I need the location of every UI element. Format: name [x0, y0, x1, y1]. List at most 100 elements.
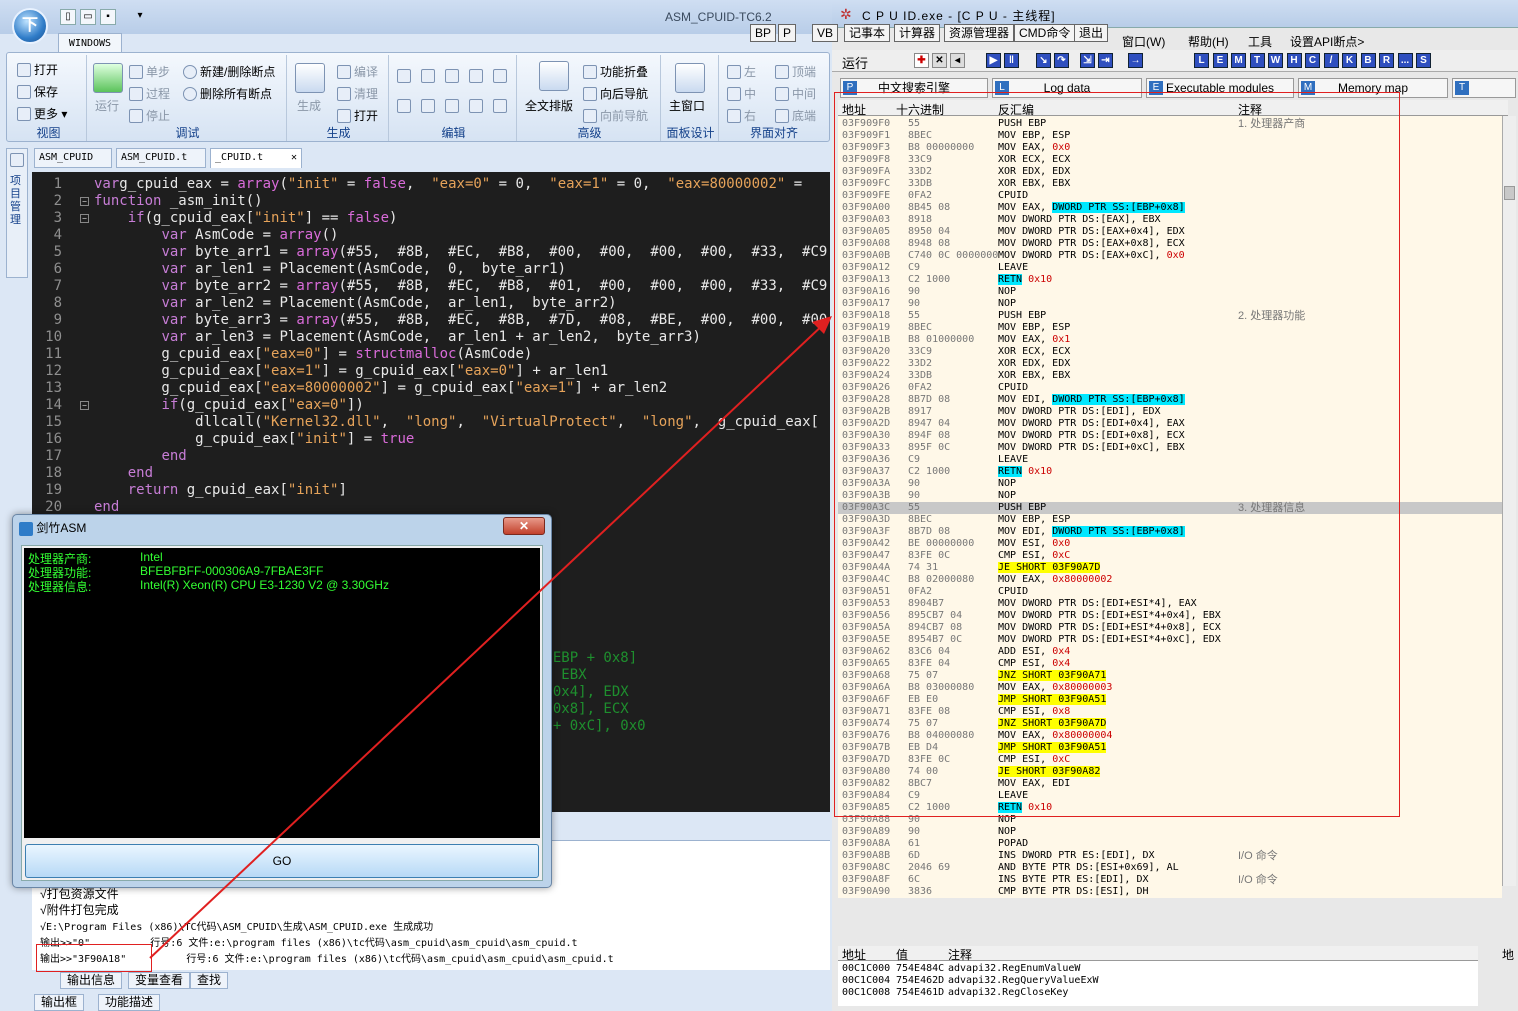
disasm-row[interactable]: 03F90A3F 8B7D 08 MOV EDI, DWORD PTR SS:[EB… — [838, 526, 1502, 538]
disasm-row[interactable]: 03F90A8F 6C INS BYTE PTR ES:[EDI], DX I/O 命… — [838, 874, 1502, 886]
disasm-row[interactable]: 03F90A12 C9 LEAVE — [838, 262, 1502, 274]
disasm-row[interactable]: 03F90A47 83FE 0C CMP ESI, 0xC — [838, 550, 1502, 562]
window-7-button[interactable]: / — [1323, 53, 1339, 68]
fold-toggle-icon[interactable]: − — [80, 197, 89, 206]
align-left-button[interactable]: 左 — [727, 63, 756, 80]
tab-asm-cpuid[interactable]: ASM_CPUID — [34, 148, 112, 168]
tab-threads[interactable]: T — [1452, 78, 1516, 98]
window-4-button[interactable]: W — [1268, 53, 1283, 68]
quick-button-3[interactable]: 记事本 — [844, 24, 891, 42]
disasm-row[interactable]: 03F90A76 B8 04000080 MOV EAX, 0x80000004 — [838, 730, 1502, 742]
play-icon[interactable]: ▶ — [986, 53, 1001, 68]
disasm-row[interactable]: 03F90A8C 2046 69 AND BYTE PTR DS:[ESI+0x69… — [838, 862, 1502, 874]
disasm-row[interactable]: 03F90A42 BE 00000000 MOV ESI, 0x0 — [838, 538, 1502, 550]
tab-function-description[interactable]: 功能描述 — [98, 994, 161, 1011]
dump-row[interactable]: 00C1C000 754E484C advapi32.RegEnumValueW — [838, 963, 1478, 975]
procedure-button[interactable]: 过程 — [129, 85, 170, 102]
disasm-row[interactable]: 03F90A00 8B45 08 MOV EAX, DWORD PTR SS:[EB… — [838, 202, 1502, 214]
disasm-row[interactable]: 03F90A4A 74 31 JE SHORT 03F90A7D — [838, 562, 1502, 574]
close-process-icon[interactable]: ✕ — [932, 53, 947, 68]
window-6-button[interactable]: C — [1305, 53, 1320, 68]
disasm-row[interactable]: 03F90A19 8BEC MOV EBP, ESP — [838, 322, 1502, 334]
build-button[interactable]: 生成 — [297, 97, 321, 114]
align-center-button[interactable]: 中 — [727, 85, 756, 102]
redo-icon[interactable] — [421, 99, 435, 113]
build-icon[interactable] — [295, 63, 325, 93]
disasm-row[interactable]: 03F90A0B C740 0C 0000000 MOV DWORD PTR DS:… — [838, 250, 1502, 262]
disasm-row[interactable]: 03F90A16 90 NOP — [838, 286, 1502, 298]
quick-button-7[interactable]: 退出 — [1074, 24, 1109, 42]
disasm-row[interactable]: 03F90A24 33DB XOR EBX, EBX — [838, 370, 1502, 382]
trace-over-icon[interactable]: ⇥ — [1098, 53, 1113, 68]
step-button[interactable]: 单步 — [129, 63, 170, 80]
quick-button-1[interactable]: P — [778, 24, 797, 42]
main-window-button[interactable]: 主窗口 — [669, 97, 705, 114]
open-button[interactable]: 打开 — [17, 61, 58, 78]
run-icon[interactable] — [93, 63, 123, 93]
menu-window[interactable]: 窗口(W) — [1122, 33, 1165, 50]
navigate-forward-button[interactable]: 向前导航 — [583, 107, 648, 124]
disasm-row[interactable]: 03F90A6F EB E0 JMP SHORT 03F90A51 — [838, 694, 1502, 706]
disasm-row[interactable]: 03F90A17 90 NOP — [838, 298, 1502, 310]
menu-tools[interactable]: 工具 — [1248, 33, 1272, 50]
save-button[interactable]: 保存 — [17, 83, 58, 100]
disasm-row[interactable]: 03F90A4C B8 02000080 MOV EAX, 0x80000002 — [838, 574, 1502, 586]
tab-output-info[interactable]: 输出信息 — [60, 972, 123, 989]
disasm-row[interactable]: 03F90A5E 8954B7 0C MOV DWORD PTR DS:[EDI+E… — [838, 634, 1502, 646]
run-label[interactable]: 运行 — [842, 53, 868, 72]
disasm-row[interactable]: 03F90A03 8918 MOV DWORD PTR DS:[EAX], EBX — [838, 214, 1502, 226]
disasm-row[interactable]: 03F90A36 C9 LEAVE — [838, 454, 1502, 466]
quick-button-4[interactable]: 计算器 — [894, 24, 941, 42]
quick-button-0[interactable]: BP — [750, 24, 777, 42]
disasm-row[interactable]: 03F90A90 3836 CMP BYTE PTR DS:[ESI], DH — [838, 886, 1502, 898]
select-all-icon[interactable] — [493, 69, 507, 83]
run-button[interactable]: 运行 — [95, 97, 119, 114]
disasm-row[interactable]: 03F90A30 894F 08 MOV DWORD PTR DS:[EDI+0x8… — [838, 430, 1502, 442]
menu-api-breakpoint[interactable]: 设置API断点> — [1290, 33, 1364, 50]
cut-icon[interactable] — [397, 69, 411, 83]
disasm-row[interactable]: 03F90A2D 8947 04 MOV DWORD PTR DS:[EDI+0x4… — [838, 418, 1502, 430]
open-folder-icon[interactable]: ▭ — [80, 9, 96, 25]
disasm-row[interactable]: 03F90A20 33C9 XOR ECX, ECX — [838, 346, 1502, 358]
disasm-row[interactable]: 03F90A53 8904B7 MOV DWORD PTR DS:[EDI+ESI*… — [838, 598, 1502, 610]
disasm-row[interactable]: 03F90A62 83C6 04 ADD ESI, 0x4 — [838, 646, 1502, 658]
window-3-button[interactable]: T — [1249, 53, 1265, 68]
window-11-button[interactable]: ... — [1397, 53, 1413, 68]
disasm-row[interactable]: 03F90A1B B8 01000000 MOV EAX, 0x1 — [838, 334, 1502, 346]
disasm-row[interactable]: 03F90A33 895F 0C MOV DWORD PTR DS:[EDI+0xC… — [838, 442, 1502, 454]
disasm-row[interactable]: 03F909FA 33D2 XOR EDX, EDX — [838, 166, 1502, 178]
disasm-row[interactable]: 03F90A82 8BC7 MOV EAX, EDI — [838, 778, 1502, 790]
align-top-button[interactable]: 顶端 — [775, 63, 816, 80]
format-icon[interactable] — [493, 99, 507, 113]
disasm-row[interactable]: 03F90A89 90 NOP — [838, 826, 1502, 838]
quick-button-2[interactable]: VB — [812, 24, 839, 42]
window-10-button[interactable]: R — [1379, 53, 1394, 68]
more-button[interactable]: 更多 ▾ — [17, 105, 67, 122]
navigate-back-button[interactable]: 向后导航 — [583, 85, 648, 102]
tab-memory-map[interactable]: M Memory map — [1298, 78, 1448, 98]
trace-into-icon[interactable]: ⇲ — [1080, 53, 1095, 68]
tab-output-box[interactable]: 输出框 — [34, 994, 85, 1011]
close-button[interactable]: ✕ — [503, 517, 545, 535]
disasm-row[interactable]: 03F909F0 55 PUSH EBP 1. 处理器产商 — [838, 118, 1502, 130]
align-bottom-button[interactable]: 底端 — [775, 107, 816, 124]
disasm-row[interactable]: 03F90A6A B8 03000080 MOV EAX, 0x80000003 — [838, 682, 1502, 694]
qat-dropdown-icon[interactable]: ▾ — [132, 9, 148, 25]
disasm-row[interactable]: 03F90A74 75 07 JNZ SHORT 03F90A7D — [838, 718, 1502, 730]
tab-asm-cpuid-t[interactable]: ASM_CPUID.t — [116, 148, 206, 168]
dump-row[interactable]: 00C1C008 754E461D advapi32.RegCloseKey — [838, 987, 1478, 999]
indent-icon[interactable] — [469, 99, 483, 113]
stop-button[interactable]: 停止 — [129, 107, 170, 124]
fold-button[interactable]: 功能折叠 — [583, 63, 648, 80]
menu-help[interactable]: 帮助(H) — [1188, 33, 1229, 50]
disasm-row[interactable]: 03F90A68 75 07 JNZ SHORT 03F90A71 — [838, 670, 1502, 682]
disasm-row[interactable]: 03F90A13 C2 1000 RETN 0x10 — [838, 274, 1502, 286]
align-middle-button[interactable]: 中间 — [775, 85, 816, 102]
delete-icon[interactable] — [469, 69, 483, 83]
compile-button[interactable]: 编译 — [337, 63, 378, 80]
disasm-row[interactable]: 03F90A26 0FA2 CPUID — [838, 382, 1502, 394]
disasm-row[interactable]: 03F90A80 74 00 JE SHORT 03F90A82 — [838, 766, 1502, 778]
disasm-row[interactable]: 03F90A8B 6D INS DWORD PTR ES:[EDI], DX I/O … — [838, 850, 1502, 862]
execute-till-return-icon[interactable]: → — [1128, 53, 1143, 68]
dump-row[interactable]: 00C1C004 754E462D advapi32.RegQueryValueEx… — [838, 975, 1478, 987]
